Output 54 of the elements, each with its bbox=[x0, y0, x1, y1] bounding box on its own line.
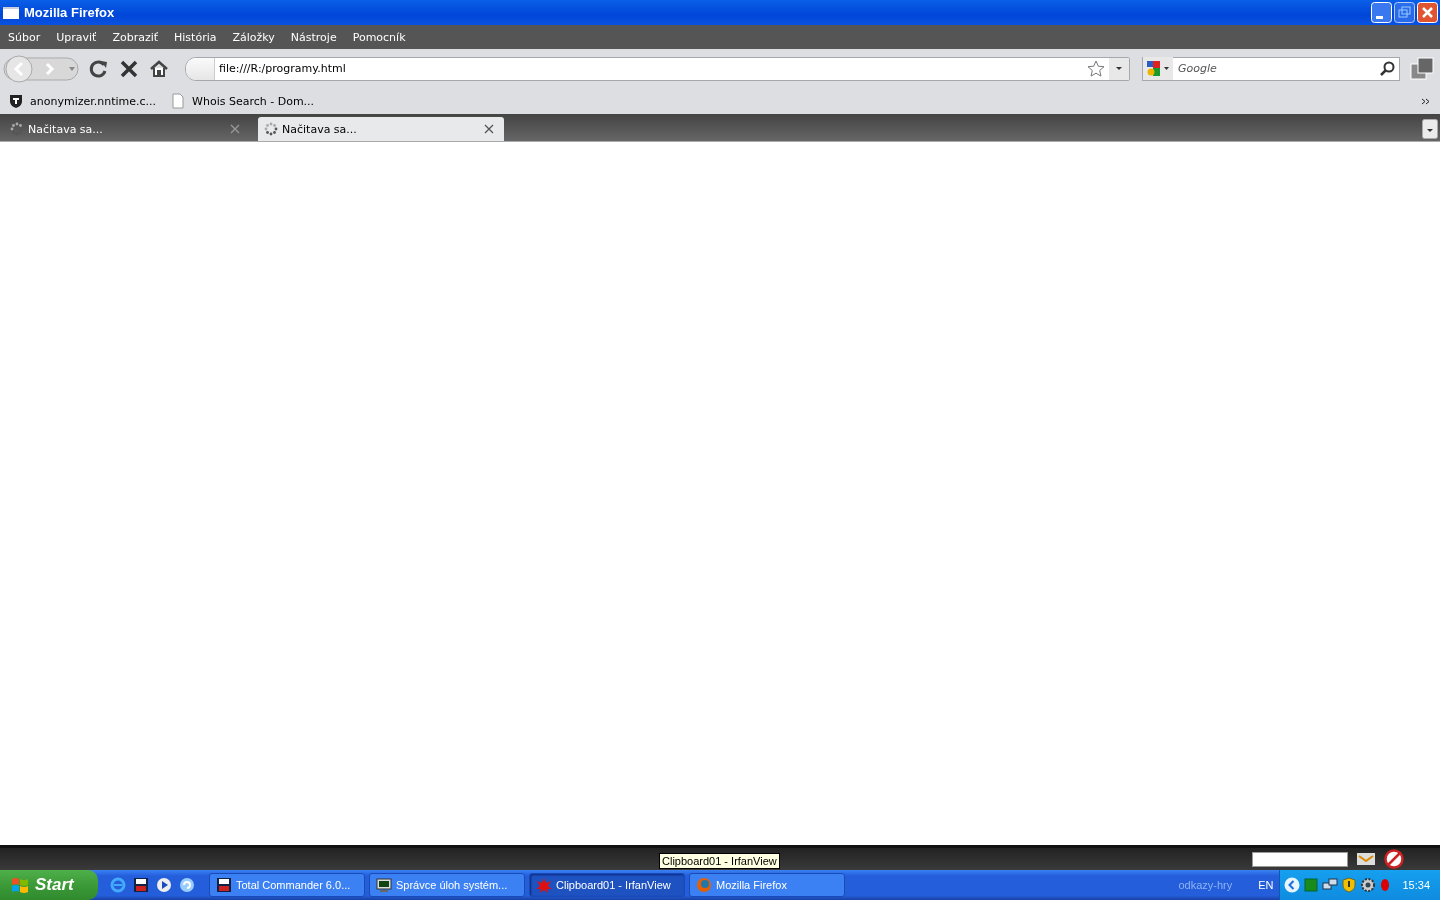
search-engine-icon[interactable] bbox=[1143, 57, 1173, 80]
bookmark-item[interactable]: Whois Search - Dom... bbox=[170, 93, 315, 109]
stop-icon[interactable] bbox=[119, 58, 139, 79]
tab-list-button[interactable] bbox=[1422, 119, 1438, 139]
shield-icon bbox=[8, 93, 24, 109]
play-icon[interactable] bbox=[156, 877, 172, 893]
windows-icon[interactable] bbox=[1410, 56, 1434, 81]
menu-item[interactable]: Pomocník bbox=[352, 30, 406, 44]
mail-icon[interactable] bbox=[1356, 850, 1376, 868]
menu-item[interactable]: História bbox=[174, 30, 217, 44]
menu-item[interactable]: Upraviť bbox=[56, 30, 97, 44]
taskbar-button[interactable]: Mozilla Firefox bbox=[689, 873, 845, 897]
tab[interactable]: Načitava sa... bbox=[4, 117, 250, 141]
close-tab-icon[interactable] bbox=[484, 124, 494, 134]
swirl-icon[interactable] bbox=[179, 877, 195, 893]
search-field[interactable]: Google bbox=[1173, 61, 1379, 76]
language-indicator[interactable]: EN bbox=[1258, 879, 1274, 891]
text-field[interactable] bbox=[1252, 851, 1348, 867]
tooltip: Clipboard01 - IrfanView bbox=[659, 853, 780, 869]
chevron-icon[interactable] bbox=[1421, 97, 1430, 105]
menu-item[interactable]: Záložky bbox=[232, 30, 275, 44]
bookmark-item[interactable]: anonymizer.nntime.c... bbox=[8, 93, 157, 109]
taskbar-button[interactable]: Správce úloh systém... bbox=[369, 873, 525, 897]
search-icon[interactable] bbox=[1379, 60, 1395, 77]
page-icon bbox=[170, 93, 187, 109]
tab[interactable]: Načitava sa... bbox=[258, 117, 504, 141]
menu-item[interactable]: Zobraziť bbox=[112, 30, 159, 44]
loading-spinner-icon bbox=[264, 122, 278, 136]
menu-item[interactable]: Súbor bbox=[8, 30, 41, 44]
window-icon bbox=[3, 6, 19, 19]
gear-icon[interactable] bbox=[1360, 877, 1377, 893]
dropdown-arrow-icon[interactable] bbox=[1109, 57, 1129, 80]
stop-sign-icon[interactable] bbox=[1384, 849, 1404, 869]
loading-spinner-icon bbox=[10, 122, 24, 136]
start-button[interactable]: Start bbox=[0, 870, 98, 900]
taskbar-button[interactable]: Clipboard01 - IrfanView bbox=[529, 873, 685, 897]
reload-icon[interactable] bbox=[89, 58, 109, 79]
window-title: Mozilla Firefox bbox=[24, 5, 116, 20]
close-tab-icon[interactable] bbox=[230, 124, 240, 134]
monitor-icon bbox=[376, 877, 392, 893]
clock: 15:34 bbox=[1402, 879, 1430, 891]
restore-button[interactable] bbox=[1394, 2, 1415, 23]
home-icon[interactable] bbox=[149, 58, 169, 79]
network-icon[interactable] bbox=[1322, 877, 1339, 893]
taskbar-button[interactable]: Total Commander 6.0... bbox=[209, 873, 365, 897]
splat-icon bbox=[536, 877, 552, 893]
address-field[interactable]: file:///R:/programy.html bbox=[185, 56, 1130, 81]
close-button[interactable] bbox=[1417, 2, 1438, 23]
search-bar[interactable]: Google bbox=[1142, 56, 1400, 81]
star-icon[interactable] bbox=[1087, 59, 1105, 78]
menu-item[interactable]: Nástroje bbox=[290, 30, 337, 44]
windows-flag-icon bbox=[10, 875, 30, 895]
shield-icon[interactable] bbox=[1342, 877, 1357, 893]
minimize-button[interactable] bbox=[1371, 2, 1392, 23]
